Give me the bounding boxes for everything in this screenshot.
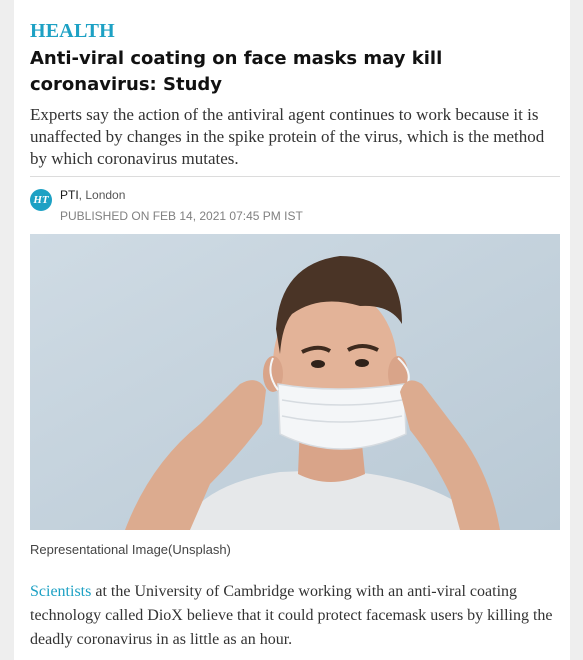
hero-image [30,234,560,530]
divider [30,176,560,177]
byline-agency: PTI [60,188,79,202]
hero-illustration [30,234,560,530]
body-text: at the University of Cambridge working w… [30,583,553,648]
byline-author: PTI, London [60,188,125,202]
article-summary: Experts say the action of the antiviral … [30,105,545,168]
article-body: Scientists at the University of Cambridg… [30,580,560,652]
ht-logo-icon: HT [30,189,52,211]
headline: Anti-viral coating on face masks may kil… [30,48,443,95]
byline-location: , London [78,188,126,202]
image-caption: Representational Image(Unsplash) [30,542,231,557]
section-label[interactable]: HEALTH [30,20,115,43]
article-card: HEALTH Anti-viral coating on face masks … [14,0,570,660]
published-date: PUBLISHED ON FEB 14, 2021 07:45 PM IST [60,209,303,223]
scientists-link[interactable]: Scientists [30,583,91,600]
